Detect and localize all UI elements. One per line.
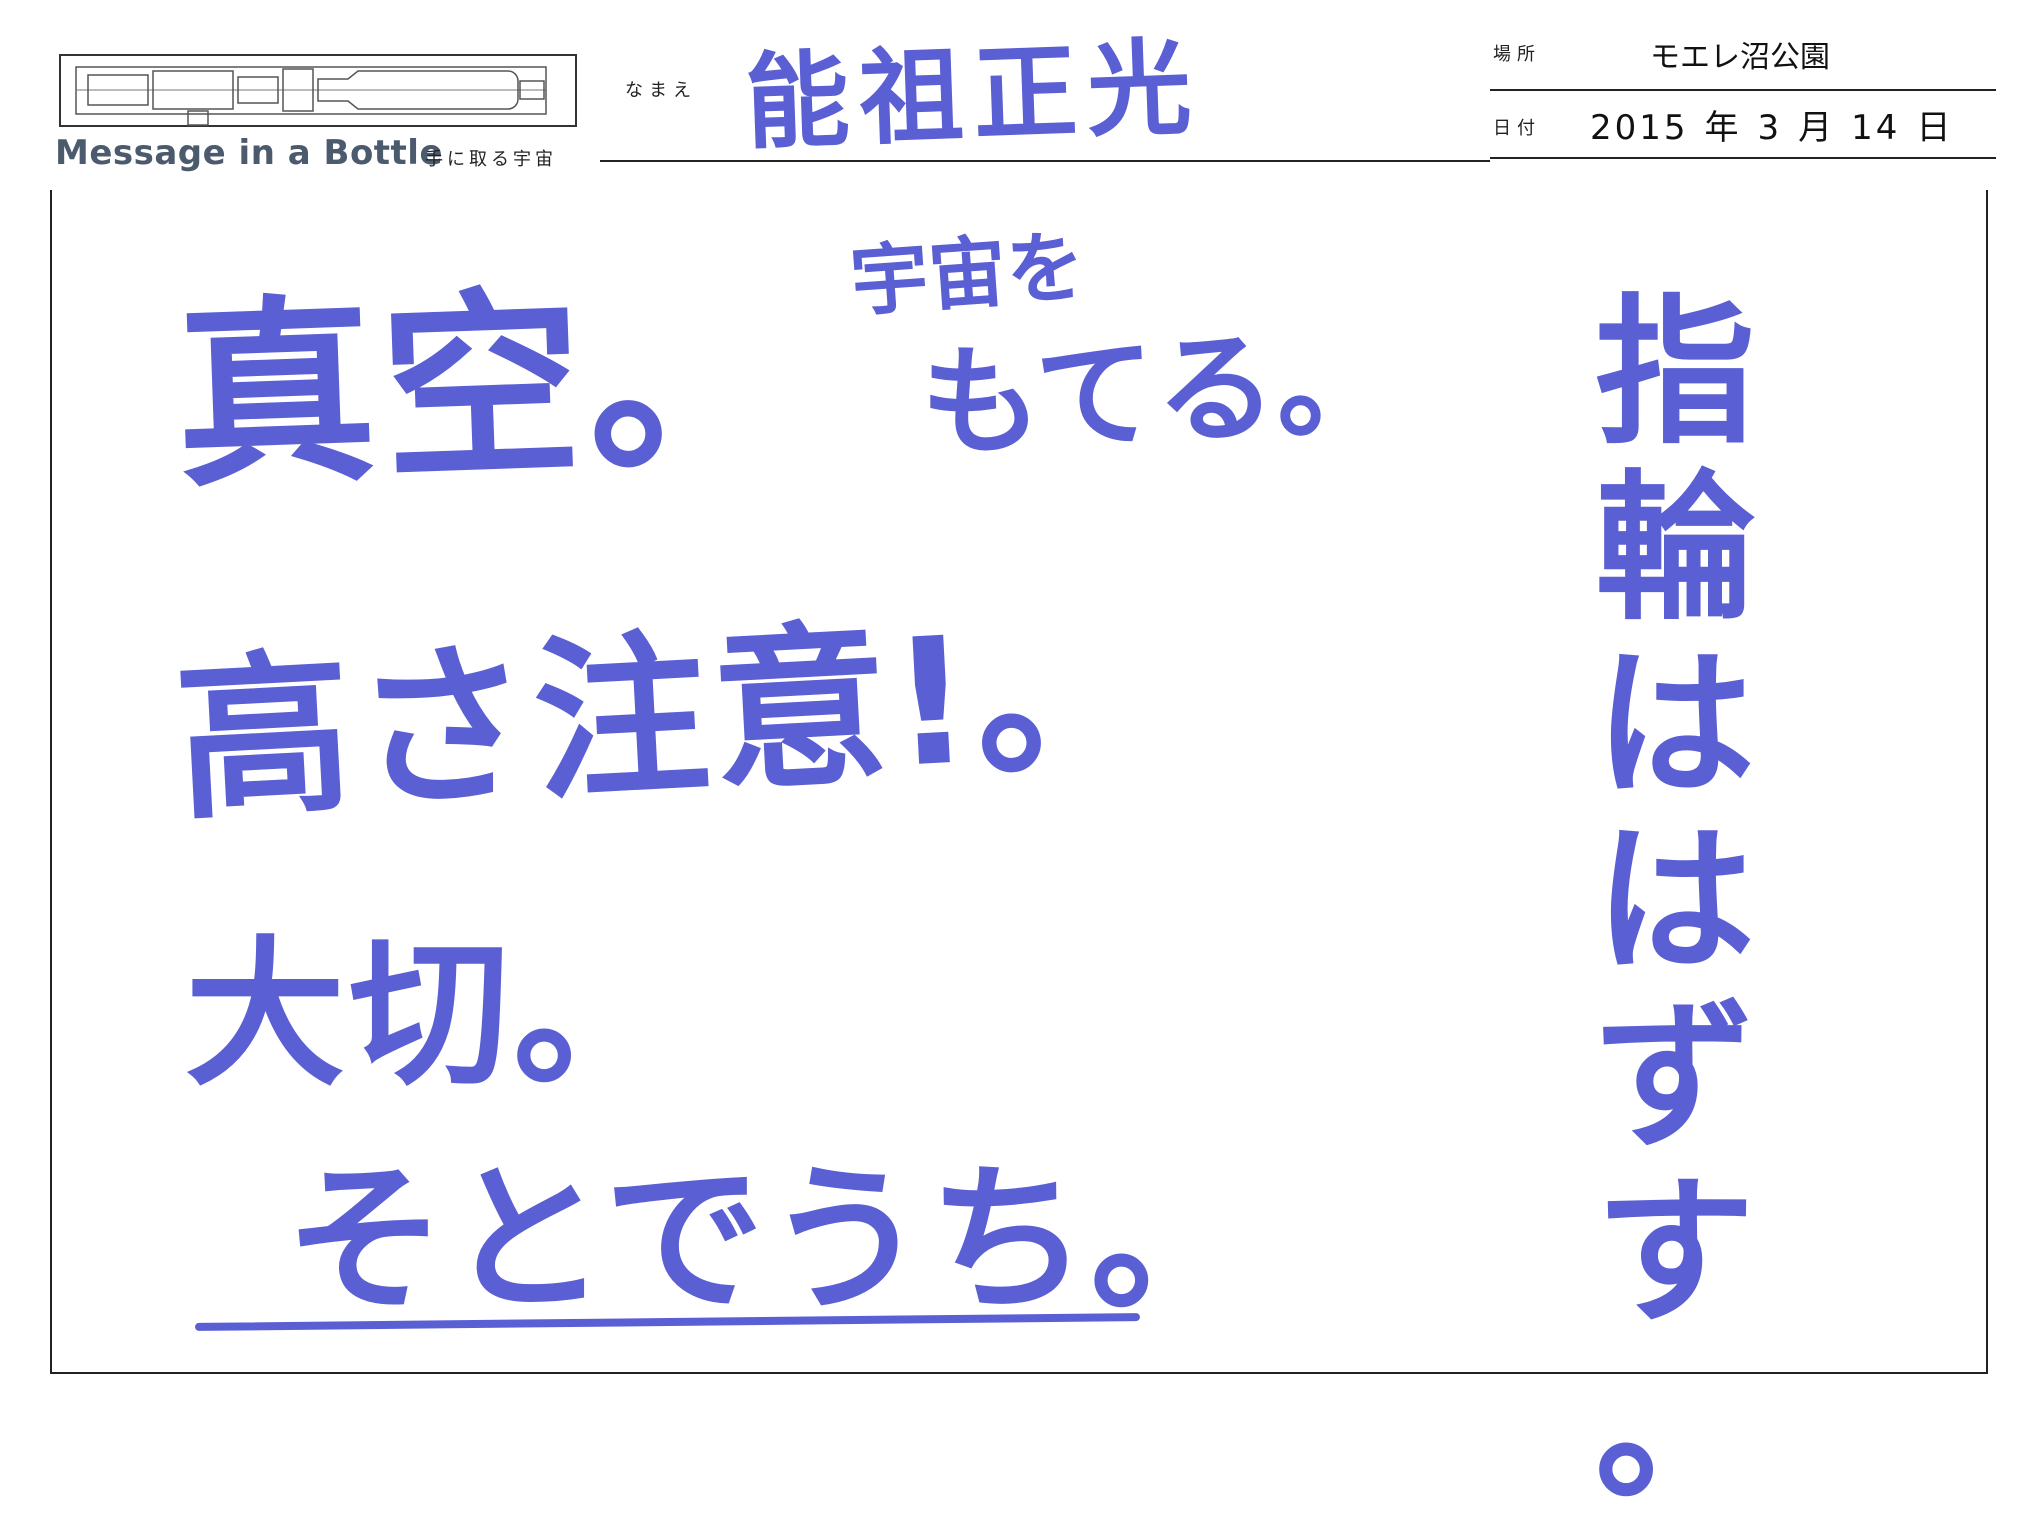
date-year: 2015 — [1590, 108, 1689, 148]
date-divider — [1490, 157, 1996, 159]
date-label: 日付 — [1493, 118, 1541, 139]
date-day-unit: 日 — [1916, 108, 1954, 148]
tagline: 手に取る宇宙 — [425, 149, 557, 170]
message-line-3: 大切。 — [185, 921, 678, 1108]
bottle-diagram-icon — [59, 54, 577, 127]
name-value: 能祖正光 — [743, 26, 1204, 164]
vertical-char: 輪 — [1594, 455, 1755, 642]
header-divider — [600, 160, 1490, 162]
date-month: 3 — [1757, 108, 1783, 148]
date-year-unit: 年 — [1704, 108, 1742, 148]
date-month-unit: 月 — [1798, 108, 1836, 148]
vertical-char: は — [1594, 807, 1755, 994]
place-label: 場所 — [1493, 44, 1541, 65]
message-small-line-b: もてる。 — [917, 311, 1400, 476]
vertical-char: 。 — [1594, 1335, 1755, 1522]
vertical-message: 指 輪 は は ず す 。 — [1560, 285, 1790, 1517]
place-value: モエレ沼公園 — [1650, 40, 1830, 75]
vertical-char: ず — [1594, 983, 1755, 1170]
bottle-logo — [58, 53, 578, 128]
vertical-char: 指 — [1594, 279, 1755, 466]
vertical-char: す — [1594, 1159, 1755, 1346]
message-line-1: 真空。 — [171, 261, 798, 516]
message-line-4: そとでうち。 — [285, 1146, 1253, 1333]
vertical-char: は — [1594, 631, 1755, 818]
place-divider — [1490, 89, 1996, 91]
date-day: 14 — [1851, 108, 1901, 148]
date-value: 2015 年 3 月 14 日 — [1590, 100, 1969, 149]
brand-title: Message in a Bottle — [55, 133, 444, 173]
name-label: なまえ — [625, 80, 697, 101]
message-line-2: 高さ注意!。 — [171, 590, 1160, 845]
